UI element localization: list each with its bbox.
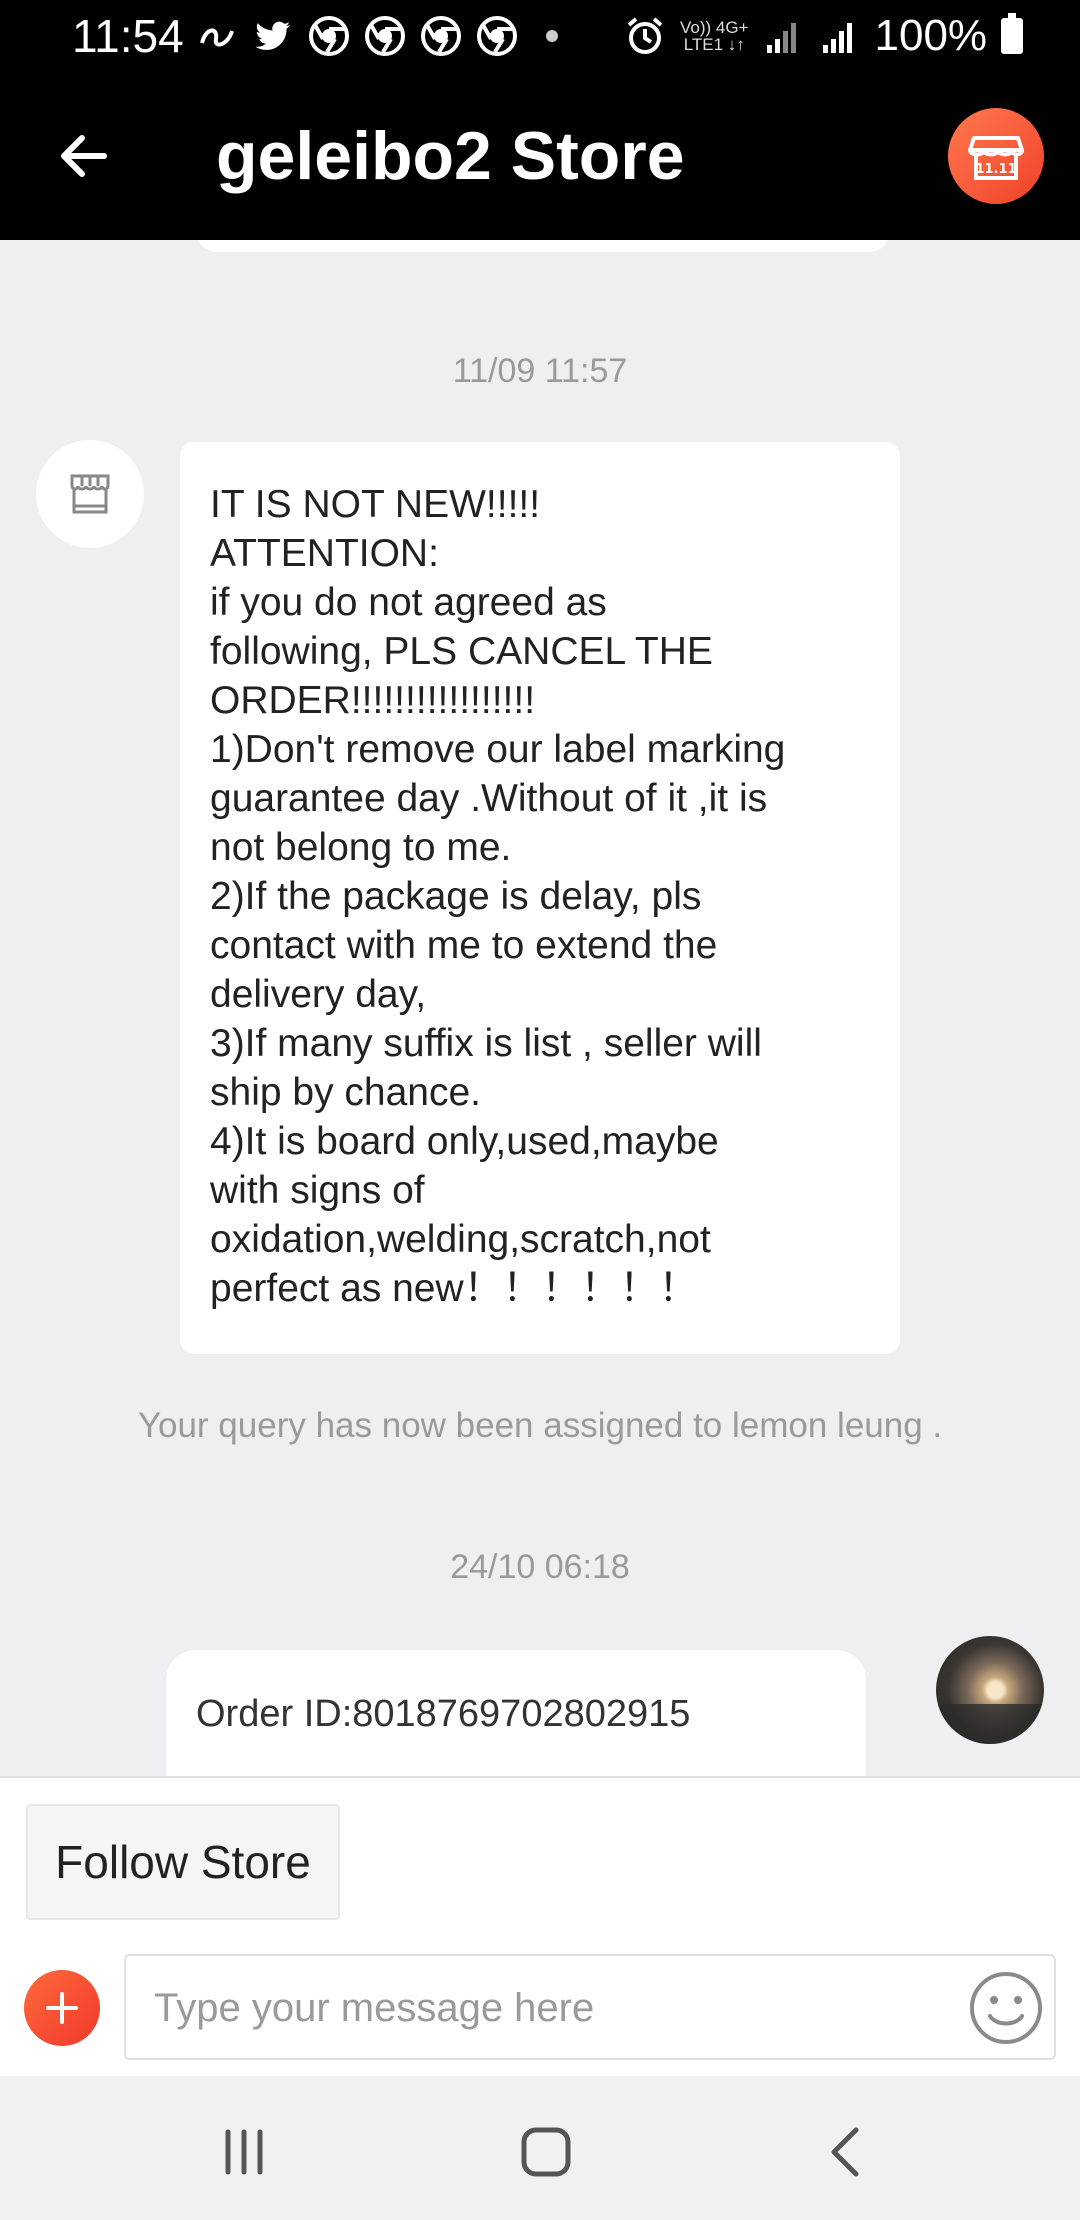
- message-line: ORDER!!!!!!!!!!!!!!!!!: [210, 679, 536, 722]
- message-line: guarantee day .Without of it ,it is: [210, 777, 768, 820]
- battery-icon: [1001, 13, 1024, 54]
- nav-back-button[interactable]: [808, 2112, 888, 2192]
- signal-strength-icon: [822, 23, 852, 53]
- message-line: with signs of: [210, 1169, 425, 1212]
- recent-apps-button[interactable]: [204, 2112, 284, 2192]
- message-line: oxidation,welding,scratch,not: [210, 1218, 711, 1261]
- back-button[interactable]: [48, 120, 120, 192]
- message-line: 3)If many suffix is list , seller will: [210, 1022, 762, 1065]
- chrome-icon: [309, 16, 349, 56]
- notification-icons: [196, 14, 558, 58]
- follow-store-button[interactable]: Follow Store: [26, 1804, 340, 1920]
- add-attachment-button[interactable]: [24, 1970, 100, 2046]
- chrome-icon: [365, 16, 405, 56]
- outgoing-order-message[interactable]: Order ID:8018769702802915: [166, 1650, 866, 1776]
- status-bar: 11:54 Vo)) 4G+ LTE1 ↓↑ 100%: [0, 0, 1080, 72]
- shop-icon: [70, 474, 110, 514]
- system-icons: Vo)) 4G+ LTE1 ↓↑ 100%: [624, 11, 1024, 60]
- signal-strength-icon: [766, 23, 796, 53]
- message-input[interactable]: [154, 1976, 954, 2040]
- recent-apps-icon: [225, 2129, 263, 2175]
- message-line: ship by chance.: [210, 1071, 482, 1114]
- svg-text:11.11: 11.11: [975, 162, 1016, 177]
- app-header: geleibo2 Store 11.11: [0, 72, 1080, 240]
- bottom-panel: Follow Store: [0, 1776, 1080, 2076]
- message-timestamp: 24/10 06:18: [450, 1548, 630, 1586]
- system-navigation-bar: [0, 2076, 1080, 2220]
- user-avatar[interactable]: [936, 1636, 1044, 1744]
- message-line: perfect as new！！！！！！: [210, 1267, 698, 1310]
- battery-percent: 100%: [874, 11, 988, 60]
- chevron-left-icon: [831, 2127, 859, 2177]
- plus-icon: [46, 1992, 78, 2024]
- network-label-top: Vo)) 4G+: [680, 18, 749, 37]
- message-line: 2)If the package is delay, pls: [210, 875, 702, 918]
- message-input-box: [124, 1954, 1056, 2060]
- arrow-left-icon: [61, 135, 107, 177]
- order-id-text: Order ID:8018769702802915: [196, 1693, 691, 1735]
- network-label: Vo)) 4G+ LTE1 ↓↑: [680, 19, 749, 53]
- network-label-bottom: LTE1 ↓↑: [683, 35, 745, 54]
- smiley-icon: [970, 1972, 1042, 2044]
- message-line: IT IS NOT NEW!!!!!: [210, 483, 541, 526]
- store-button[interactable]: 11.11: [948, 108, 1044, 204]
- emoji-button[interactable]: [964, 1966, 1048, 2050]
- message-line: not belong to me.: [210, 826, 512, 869]
- previous-message-bubble: [196, 240, 890, 252]
- message-line: contact with me to extend the: [210, 924, 718, 967]
- message-line: if you do not agreed as: [210, 581, 607, 624]
- message-line: ATTENTION:: [210, 532, 439, 575]
- home-button[interactable]: [506, 2112, 586, 2192]
- shop-avatar[interactable]: [36, 440, 144, 548]
- status-time: 11:54: [72, 10, 184, 62]
- message-line: following, PLS CANCEL THE: [210, 630, 713, 673]
- storefront-icon: 11.11: [968, 136, 1024, 180]
- page-title: geleibo2 Store: [216, 118, 685, 194]
- alarm-icon: [627, 17, 663, 54]
- chrome-icon: [421, 16, 461, 56]
- message-line: 4)It is board only,used,maybe: [210, 1120, 719, 1163]
- message-timestamp: 11/09 11:57: [452, 352, 628, 390]
- chat-area[interactable]: 11/09 11:57 IT IS NOT NEW!!!!! ATTENTION…: [0, 240, 1080, 1776]
- message-line: delivery day,: [210, 973, 427, 1016]
- more-notifications-dot: [546, 30, 558, 42]
- app-notification-icon: [200, 28, 234, 47]
- twitter-icon: [255, 21, 290, 50]
- home-icon: [521, 2127, 571, 2177]
- message-line: 1)Don't remove our label marking: [210, 728, 786, 771]
- system-message: Your query has now been assigned to lemo…: [137, 1406, 943, 1445]
- incoming-message-bubble[interactable]: IT IS NOT NEW!!!!! ATTENTION: if you do …: [180, 442, 900, 1354]
- chrome-icon: [477, 16, 517, 56]
